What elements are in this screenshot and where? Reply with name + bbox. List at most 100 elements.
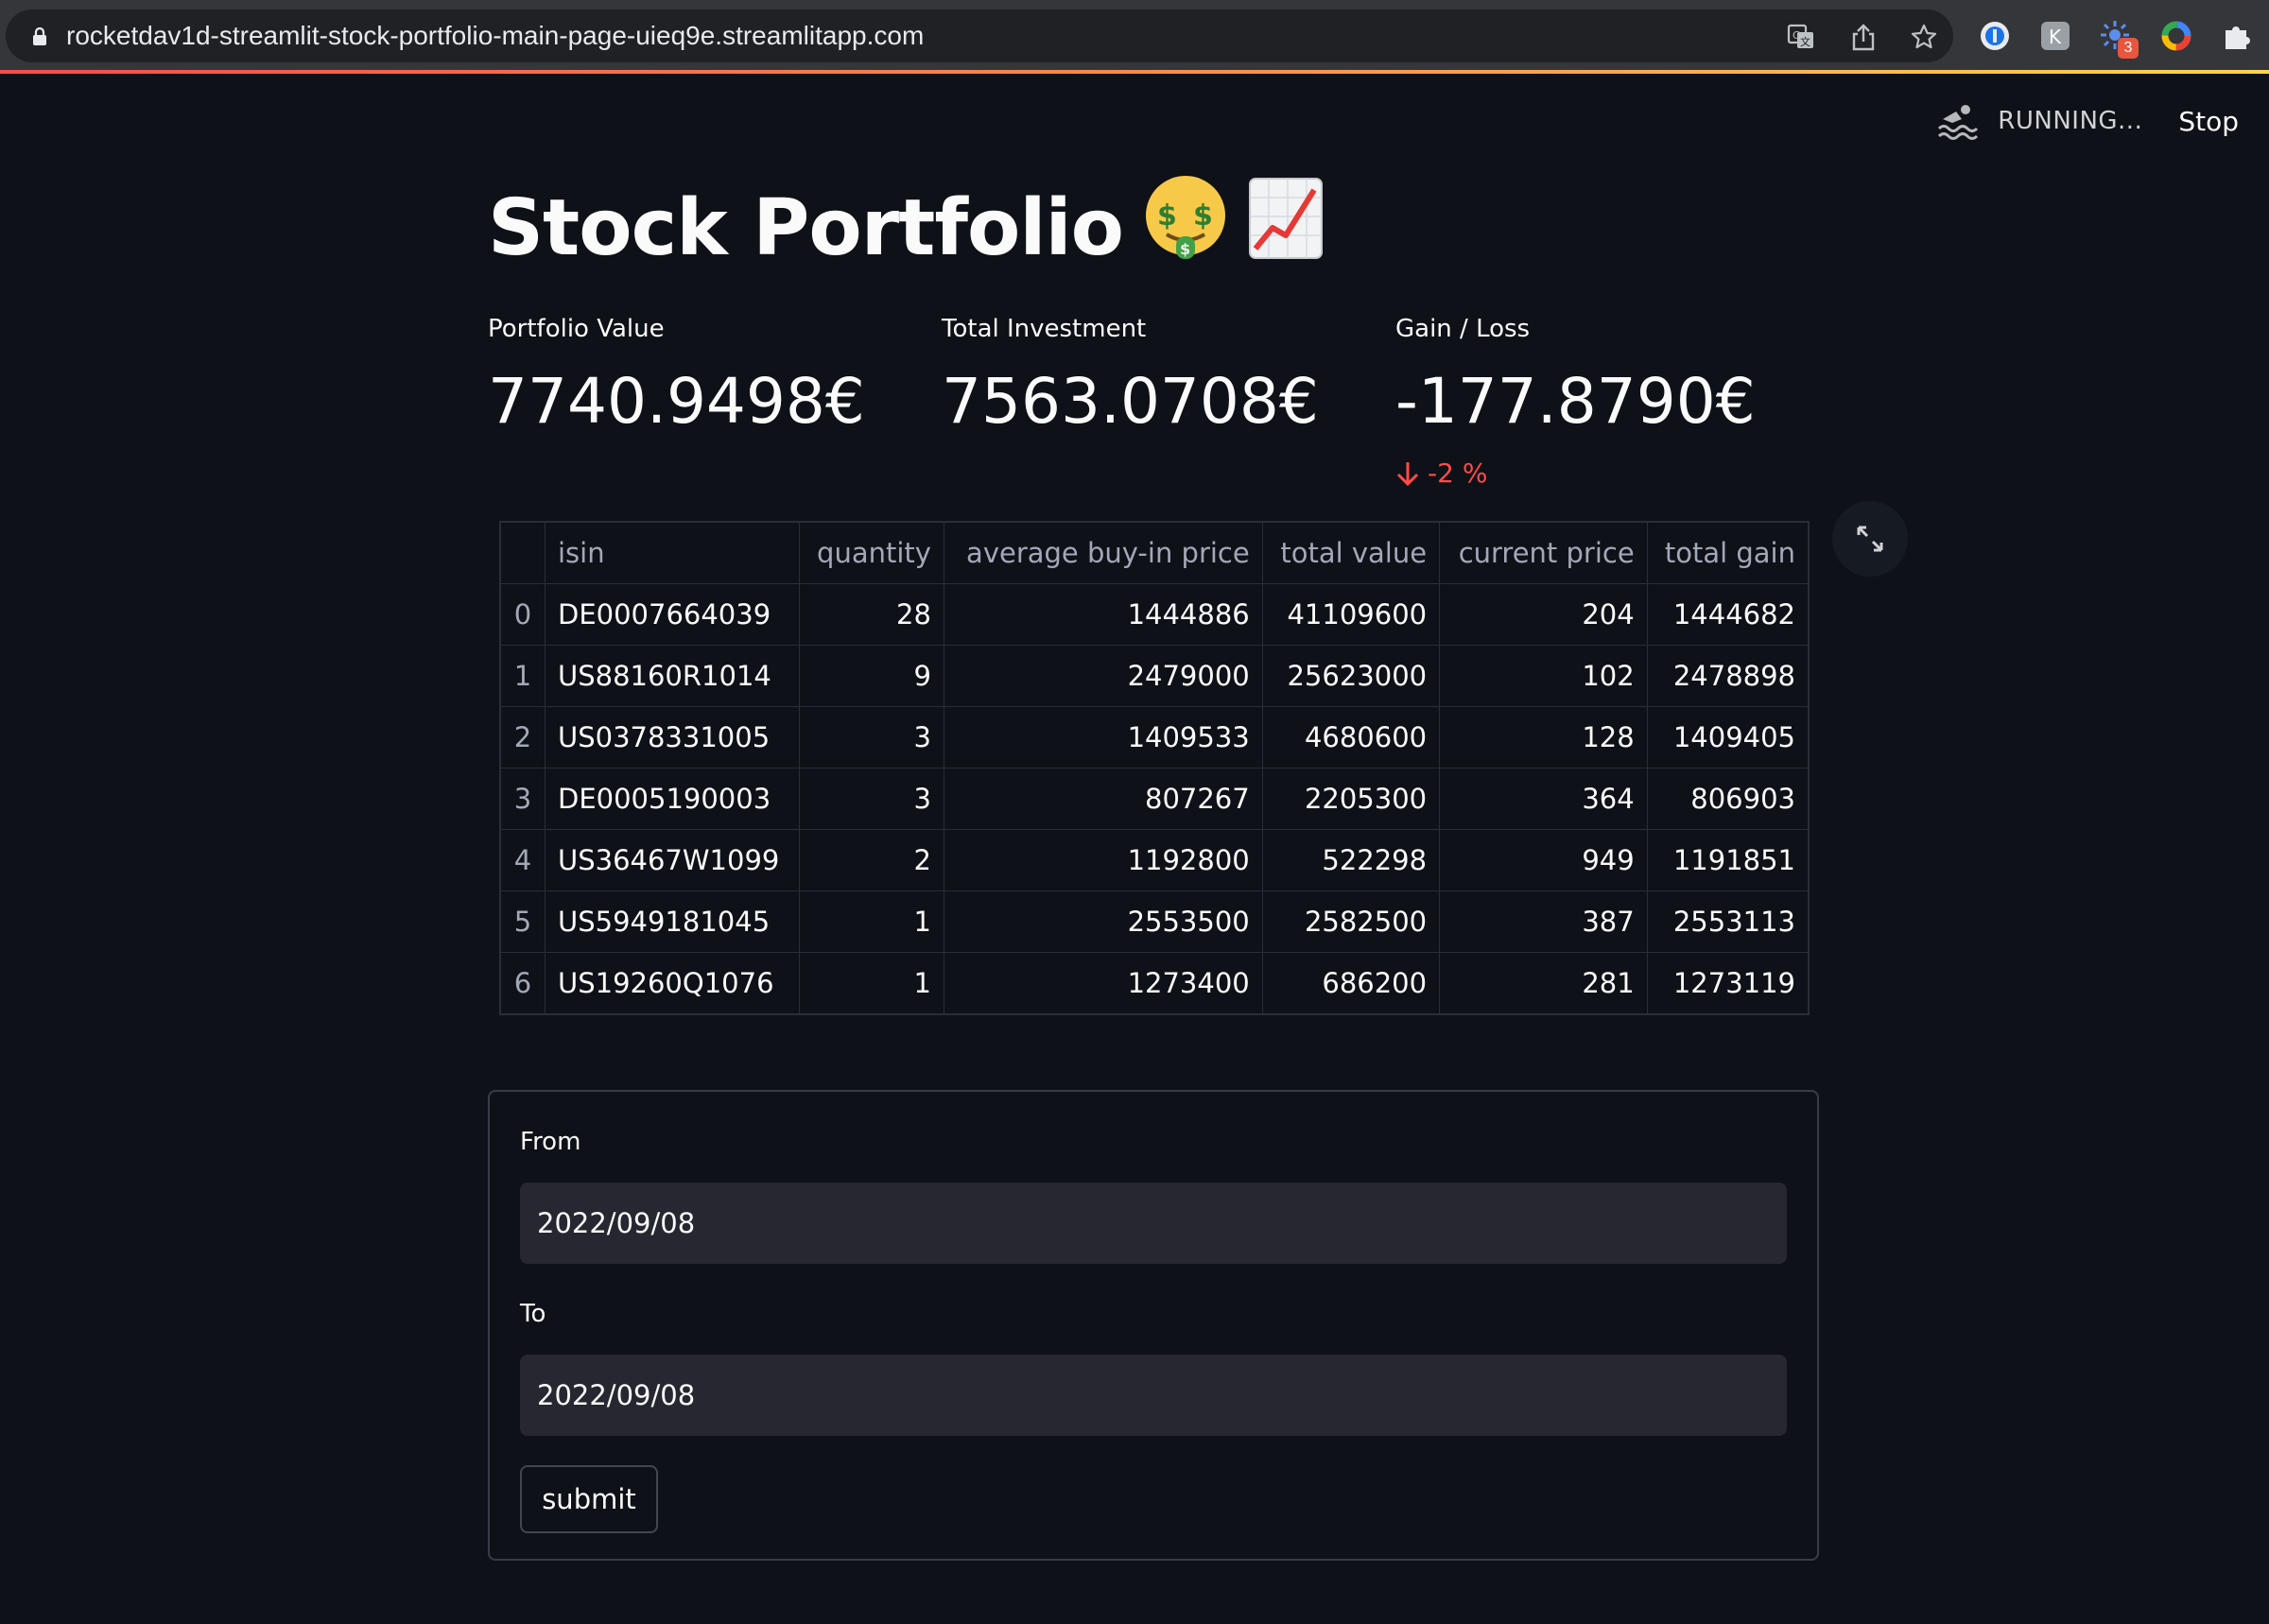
cell-current-price[interactable]: 102 [1439,645,1648,707]
cell-quantity[interactable]: 1 [799,952,944,1014]
running-swimmer-icon [1938,105,1979,140]
cell-average-buy-in-price[interactable]: 1273400 [943,952,1263,1014]
metric-value: 7740.9498€ [488,365,865,438]
cell-total-value[interactable]: 2205300 [1261,768,1441,830]
cell-isin[interactable]: US88160R1014 [544,645,801,707]
cell-average-buy-in-price[interactable]: 1409533 [943,706,1263,769]
cell-quantity[interactable]: 3 [799,768,944,830]
metric-gain-loss: Gain / Loss -177.8790€ -2 % [1395,310,1811,489]
cell-quantity[interactable]: 2 [799,829,944,891]
cell-isin[interactable]: US19260Q1076 [544,952,801,1014]
cell-average-buy-in-price[interactable]: 2479000 [943,645,1263,707]
cell-total-value[interactable]: 4680600 [1261,706,1441,769]
metric-value: 7563.0708€ [942,365,1319,438]
cell-total-value[interactable]: 686200 [1261,952,1441,1014]
column-header-isin[interactable]: isin [544,522,801,584]
cell-isin[interactable]: US0378331005 [544,706,801,769]
date-range-form: From To submit [488,1090,1819,1561]
row-index: 5 [500,890,546,953]
running-status-text: RUNNING... [1998,107,2143,135]
translate-icon[interactable]: G 文 [1787,23,1815,51]
metric-label: Portfolio Value [488,315,665,343]
row-index: 1 [500,645,546,707]
portfolio-table[interactable]: isin quantity average buy-in price total… [499,521,1810,1015]
cell-current-price[interactable]: 204 [1439,583,1648,646]
cell-isin[interactable]: US5949181045 [544,890,801,953]
column-header-quantity[interactable]: quantity [799,522,944,584]
row-index: 0 [500,583,546,646]
cell-current-price[interactable]: 387 [1439,890,1648,953]
app-status: RUNNING... Stop [1937,95,2269,147]
cell-current-price[interactable]: 281 [1439,952,1648,1014]
cell-total-value[interactable]: 41109600 [1261,583,1441,646]
cell-total-gain[interactable]: 1273119 [1646,952,1810,1014]
metric-label: Total Investment [942,315,1147,343]
page-title-text: Stock Portfolio [488,182,1124,273]
cell-isin[interactable]: DE0007664039 [544,583,801,646]
stop-button[interactable]: Stop [2178,106,2239,137]
submit-button[interactable]: submit [520,1465,658,1533]
metric-delta: -2 % [1395,458,1811,489]
metric-delta-text: -2 % [1428,458,1488,489]
cell-total-gain[interactable]: 2553113 [1646,890,1810,953]
cell-quantity[interactable]: 28 [799,583,944,646]
cell-average-buy-in-price[interactable]: 1444886 [943,583,1263,646]
bookmark-star-icon[interactable] [1910,23,1938,51]
cell-average-buy-in-price[interactable]: 2553500 [943,890,1263,953]
fullscreen-button[interactable] [1832,501,1908,577]
url-text[interactable]: rocketdav1d-streamlit-stock-portfolio-ma… [66,9,924,62]
cell-total-gain[interactable]: 1409405 [1646,706,1810,769]
column-header-average-buy-in-price[interactable]: average buy-in price [943,522,1263,584]
cell-current-price[interactable]: 949 [1439,829,1648,891]
cell-total-gain[interactable]: 1191851 [1646,829,1810,891]
cell-total-value[interactable]: 2582500 [1261,890,1441,953]
page-title: Stock Portfolio $ $ $ [488,176,1324,280]
table-row: 4 US36467W1099 2 1192800 522298 949 1191… [500,829,1810,891]
column-header-total-gain[interactable]: total gain [1646,522,1810,584]
table-row: 3 DE0005190003 3 807267 2205300 364 8069… [500,768,1810,830]
column-header-current-price[interactable]: current price [1439,522,1648,584]
row-index: 3 [500,768,546,830]
to-label: To [520,1300,546,1328]
column-header-index[interactable] [500,522,546,584]
from-date-input[interactable] [520,1183,1787,1264]
cell-average-buy-in-price[interactable]: 807267 [943,768,1263,830]
cell-average-buy-in-price[interactable]: 1192800 [943,829,1263,891]
cell-quantity[interactable]: 1 [799,890,944,953]
browser-toolbar: rocketdav1d-streamlit-stock-portfolio-ma… [0,0,2269,74]
share-icon[interactable] [1849,23,1878,51]
svg-text:K: K [2049,26,2062,48]
extensions-puzzle-icon[interactable] [2220,19,2254,53]
table-row: 1 US88160R1014 9 2479000 25623000 102 24… [500,645,1810,707]
row-index: 4 [500,829,546,891]
from-label: From [520,1128,581,1156]
cell-current-price[interactable]: 364 [1439,768,1648,830]
cell-quantity[interactable]: 9 [799,645,944,707]
cell-total-gain[interactable]: 806903 [1646,768,1810,830]
cell-quantity[interactable]: 3 [799,706,944,769]
cell-total-gain[interactable]: 1444682 [1646,583,1810,646]
cell-isin[interactable]: DE0005190003 [544,768,801,830]
svg-text:文: 文 [1800,35,1810,48]
svg-text:$: $ [1193,199,1212,233]
cell-total-gain[interactable]: 2478898 [1646,645,1810,707]
metric-value: -177.8790€ [1395,365,1756,438]
cell-total-value[interactable]: 25623000 [1261,645,1441,707]
color-wheel-icon[interactable] [2159,19,2193,53]
cell-total-value[interactable]: 522298 [1261,829,1441,891]
expand-icon [1857,526,1883,552]
to-date-input[interactable] [520,1355,1787,1436]
row-index: 6 [500,952,546,1014]
metric-portfolio-value: Portfolio Value 7740.9498€ [488,310,904,444]
svg-text:$: $ [1180,240,1190,258]
column-header-total-value[interactable]: total value [1261,522,1441,584]
cell-isin[interactable]: US36467W1099 [544,829,801,891]
password-manager-icon[interactable] [1978,19,2012,53]
keyboard-extension-icon[interactable]: K [2038,19,2072,53]
table-header-row: isin quantity average buy-in price total… [500,522,1810,584]
puzzle-badge-extension-icon[interactable]: 3 [2099,19,2139,59]
table-row: 6 US19260Q1076 1 1273400 686200 281 1273… [500,952,1810,1014]
address-bar[interactable]: rocketdav1d-streamlit-stock-portfolio-ma… [6,9,1953,62]
cell-current-price[interactable]: 128 [1439,706,1648,769]
app-loading-bar [0,70,2269,74]
